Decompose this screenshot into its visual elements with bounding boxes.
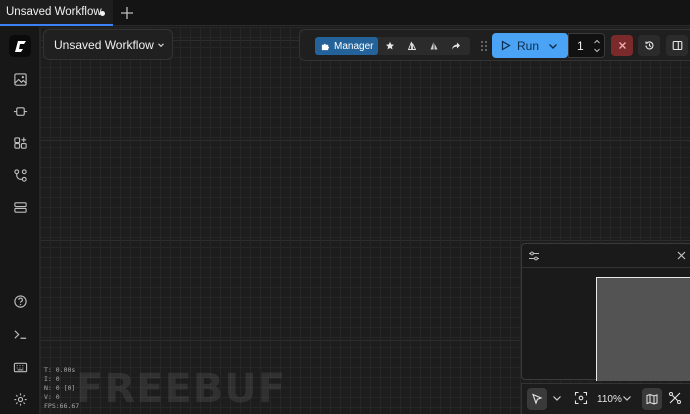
cancel-run-button[interactable]: [611, 35, 633, 56]
share-arrow-icon: [452, 42, 460, 50]
manager-group: Manager: [315, 37, 470, 55]
drag-handle-icon[interactable]: [480, 40, 488, 52]
close-icon: [618, 42, 626, 49]
fit-view-icon[interactable]: [574, 391, 588, 405]
hide-links-icon[interactable]: [668, 391, 682, 405]
action-toolbar: Manager Run 1: [299, 29, 690, 61]
sidebar-item-terminal[interactable]: [8, 322, 32, 346]
manager-button[interactable]: Manager: [315, 37, 378, 55]
minimap-viewport[interactable]: [596, 277, 690, 381]
select-mode-button[interactable]: [527, 388, 547, 410]
sidebar-item-workflows[interactable]: [8, 163, 32, 187]
minimap-header: [522, 244, 690, 268]
minimap[interactable]: [521, 243, 690, 381]
stat-fps: FPS:66.67: [44, 402, 80, 410]
workflows-icon: [13, 168, 27, 182]
tab-bar: Unsaved Workflow: [0, 0, 690, 26]
sidebar-item-keyboard[interactable]: [8, 355, 32, 379]
sliders-icon[interactable]: [528, 250, 540, 262]
sidebar-item-templates[interactable]: [8, 195, 32, 219]
tab-workflow[interactable]: Unsaved Workflow: [0, 0, 113, 26]
logo-icon: [14, 40, 26, 52]
manager-label: Manager: [334, 40, 374, 52]
stat-version: V: 0: [44, 393, 60, 401]
run-button[interactable]: Run: [492, 33, 542, 58]
chevron-down-icon: [158, 43, 164, 48]
model-library-icon: [13, 136, 27, 149]
sail-alt-icon: [430, 42, 438, 50]
stepper-arrows-icon[interactable]: [593, 37, 601, 55]
sidebar-item-help[interactable]: [8, 289, 32, 313]
node-map-button[interactable]: [401, 37, 423, 55]
stat-index: I: 0: [44, 375, 60, 383]
cursor-icon: [532, 393, 543, 405]
workflow-title-menu[interactable]: Unsaved Workflow: [43, 29, 173, 60]
watermark: FREEBUF: [76, 366, 287, 412]
app-logo[interactable]: [9, 35, 31, 57]
add-tab-icon[interactable]: [119, 5, 135, 21]
history-icon: [644, 41, 653, 50]
sidebar-item-images[interactable]: [8, 67, 32, 91]
render-stats: T: 0.00s I: 0 N: 0 [0] V: 0 FPS:66.67: [44, 366, 79, 411]
map-icon: [646, 393, 658, 405]
run-label: Run: [517, 38, 540, 53]
run-options-chevron-icon[interactable]: [547, 40, 559, 52]
canvas-controls: 110%: [521, 383, 690, 414]
play-icon: [501, 40, 511, 51]
sail-icon: [407, 41, 417, 50]
sidebar-item-nodes[interactable]: [8, 99, 32, 123]
close-icon[interactable]: [676, 250, 687, 261]
node-library-icon: [13, 106, 27, 116]
workflow-title: Unsaved Workflow: [54, 37, 154, 52]
node-map-alt-button[interactable]: [423, 37, 445, 55]
run-button-group: Run: [492, 33, 568, 58]
stat-nodes: N: 0 [0]: [44, 384, 76, 392]
stat-time: T: 0.00s: [44, 366, 76, 374]
sidebar-item-settings[interactable]: [8, 387, 32, 411]
settings-icon: [13, 392, 27, 406]
share-button[interactable]: [445, 37, 467, 55]
panel-icon: [672, 40, 682, 51]
templates-icon: [13, 201, 27, 213]
toggle-minimap-button[interactable]: [642, 388, 662, 410]
chevron-down-icon[interactable]: [620, 391, 634, 405]
star-icon: [386, 41, 394, 50]
toggle-panel-button[interactable]: [666, 35, 688, 56]
images-icon: [13, 72, 27, 86]
queue-history-button[interactable]: [638, 35, 660, 56]
unsaved-dot-icon: [100, 11, 105, 16]
zoom-level[interactable]: 110%: [597, 394, 622, 405]
help-icon: [13, 294, 27, 308]
favorites-button[interactable]: [379, 37, 401, 55]
batch-count-stepper[interactable]: 1: [568, 33, 605, 58]
keyboard-icon: [13, 362, 27, 372]
batch-count-value: 1: [577, 39, 584, 53]
tab-title: Unsaved Workflow: [6, 6, 102, 18]
sidebar: [0, 27, 40, 414]
sidebar-item-models[interactable]: [8, 131, 32, 155]
chevron-down-icon[interactable]: [550, 391, 564, 405]
terminal-icon: [13, 329, 26, 339]
puzzle-icon: [321, 43, 330, 50]
